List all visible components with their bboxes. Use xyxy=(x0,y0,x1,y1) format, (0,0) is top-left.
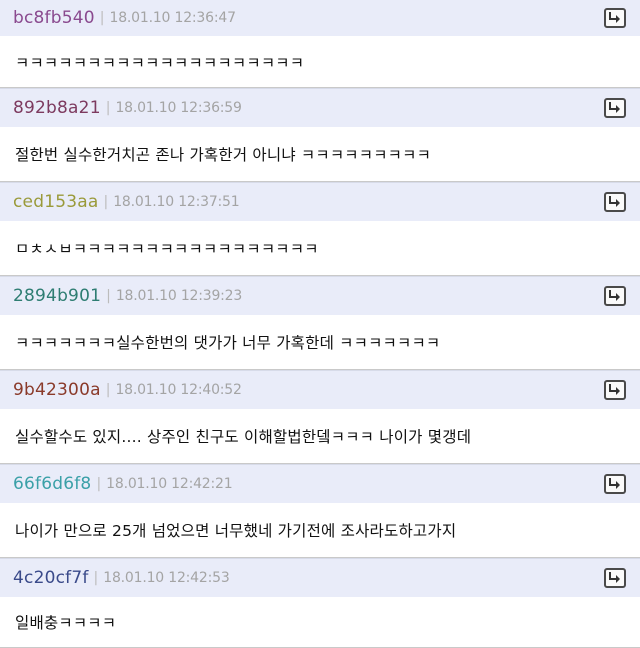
comment-text: ㅁㅊㅅㅂㅋㅋㅋㅋㅋㅋㅋㅋㅋㅋㅋㅋㅋㅋㅋㅋㅋ xyxy=(15,240,319,258)
comment-header: bc8fb540 | 18.01.10 12:36:47 xyxy=(0,0,640,36)
comment-timestamp: 18.01.10 12:37:51 xyxy=(113,194,240,210)
reply-button[interactable] xyxy=(604,286,626,306)
header-divider: | xyxy=(99,10,105,26)
comment-timestamp: 18.01.10 12:42:21 xyxy=(106,476,233,492)
comment-author[interactable]: ced153aa xyxy=(13,192,98,212)
reply-arrow-icon xyxy=(609,572,620,583)
reply-arrow-icon xyxy=(609,384,620,395)
reply-arrow-icon xyxy=(609,12,620,23)
reply-button[interactable] xyxy=(604,8,626,28)
comment-header: 892b8a21 | 18.01.10 12:36:59 xyxy=(0,88,640,127)
comment-timestamp: 18.01.10 12:36:59 xyxy=(115,100,242,116)
header-divider: | xyxy=(105,100,111,116)
comment-author[interactable]: 9b42300a xyxy=(13,380,101,400)
reply-arrow-icon xyxy=(609,290,620,301)
reply-button[interactable] xyxy=(604,380,626,400)
comment-author[interactable]: 2894b901 xyxy=(13,286,101,306)
comment-timestamp: 18.01.10 12:39:23 xyxy=(115,288,243,304)
comment-text: 실수할수도 있지.... 상주인 친구도 이해할법한뎈ㅋㅋㅋ 나이가 몇갱데 xyxy=(15,428,472,446)
comment-timestamp: 18.01.10 12:36:47 xyxy=(109,10,236,26)
comment-text: 나이가 만으로 25개 넘었으면 너무했네 가기전에 조사라도하고가지 xyxy=(15,522,457,540)
reply-button[interactable] xyxy=(604,474,626,494)
reply-arrow-icon xyxy=(609,196,620,207)
header-divider: | xyxy=(103,194,109,210)
reply-arrow-icon xyxy=(609,102,620,113)
comment-header: ced153aa | 18.01.10 12:37:51 xyxy=(0,182,640,221)
comment-author[interactable]: 892b8a21 xyxy=(13,98,101,118)
reply-button[interactable] xyxy=(604,192,626,212)
comment-item: 4c20cf7f | 18.01.10 12:42:53 일배충ㅋㅋㅋㅋ xyxy=(0,558,640,648)
reply-button[interactable] xyxy=(604,568,626,588)
reply-arrow-icon xyxy=(609,478,620,489)
comment-header: 9b42300a | 18.01.10 12:40:52 xyxy=(0,370,640,409)
comment-text: 일배충ㅋㅋㅋㅋ xyxy=(15,614,117,632)
header-divider: | xyxy=(93,570,99,586)
header-divider: | xyxy=(105,382,111,398)
comment-author[interactable]: 66f6d6f8 xyxy=(13,474,91,494)
comment-timestamp: 18.01.10 12:42:53 xyxy=(103,570,230,586)
comment-author[interactable]: 4c20cf7f xyxy=(13,568,89,588)
header-divider: | xyxy=(106,288,111,304)
reply-button[interactable] xyxy=(604,98,626,118)
comment-author[interactable]: bc8fb540 xyxy=(13,8,95,28)
comment-item: ced153aa | 18.01.10 12:37:51 ㅁㅊㅅㅂㅋㅋㅋㅋㅋㅋㅋ… xyxy=(0,182,640,276)
comment-header: 2894b901 | 18.01.10 12:39:23 xyxy=(0,276,640,315)
comment-timestamp: 18.01.10 12:40:52 xyxy=(115,382,242,398)
comment-text: ㅋㅋㅋㅋㅋㅋㅋ실수한번의 댓가가 너무 가혹한데 ㅋㅋㅋㅋㅋㅋㅋ xyxy=(15,334,441,352)
comment-item: 9b42300a | 18.01.10 12:40:52 실수할수도 있지...… xyxy=(0,370,640,464)
comment-header: 66f6d6f8 | 18.01.10 12:42:21 xyxy=(0,464,640,503)
comment-header: 4c20cf7f | 18.01.10 12:42:53 xyxy=(0,558,640,597)
comment-item: 66f6d6f8 | 18.01.10 12:42:21 나이가 만으로 25개… xyxy=(0,464,640,558)
comment-text: ㅋㅋㅋㅋㅋㅋㅋㅋㅋㅋㅋㅋㅋㅋㅋㅋㅋㅋㅋㅋ xyxy=(15,53,305,72)
comment-text: 절한번 실수한거치곤 존나 가혹한거 아니냐 ㅋㅋㅋㅋㅋㅋㅋㅋㅋ xyxy=(15,146,432,164)
comment-list: bc8fb540 | 18.01.10 12:36:47 ㅋㅋㅋㅋㅋㅋㅋㅋㅋㅋㅋ… xyxy=(0,0,640,648)
comment-item: 2894b901 | 18.01.10 12:39:23 ㅋㅋㅋㅋㅋㅋㅋ실수한번… xyxy=(0,276,640,370)
comment-item: 892b8a21 | 18.01.10 12:36:59 절한번 실수한거치곤 … xyxy=(0,88,640,182)
header-divider: | xyxy=(96,476,102,492)
comment-item: bc8fb540 | 18.01.10 12:36:47 ㅋㅋㅋㅋㅋㅋㅋㅋㅋㅋㅋ… xyxy=(0,0,640,88)
